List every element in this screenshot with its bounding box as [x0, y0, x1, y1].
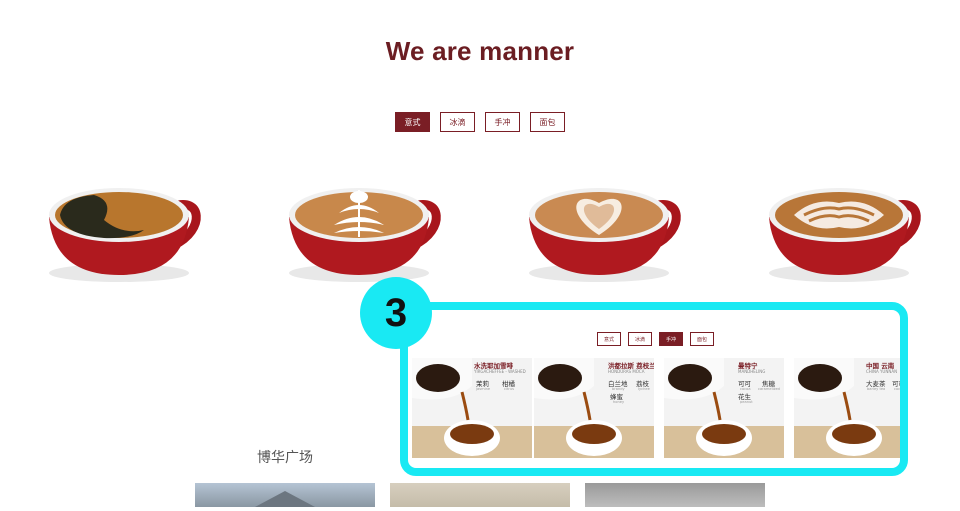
flavor-note-en: cocoa	[894, 387, 904, 391]
tab-pour-over[interactable]: 手冲	[485, 112, 520, 132]
mini-tab-bread[interactable]: 面包	[690, 332, 714, 346]
rosetta-latte-cup-image[interactable]	[764, 175, 924, 285]
tab-cold-drip[interactable]: 冰滴	[440, 112, 475, 132]
flavor-note-en: caramelized	[758, 387, 780, 391]
product-subtitle: MANDHELING	[738, 369, 766, 374]
product-card-mandheling[interactable]: 曼特宁 MANDHELING 可可 cocoa 焦糖 caramelized 花…	[664, 358, 784, 458]
mini-tab-pour-over[interactable]: 手冲	[659, 332, 683, 346]
location-caption: 博华广场	[257, 450, 313, 466]
pour-over-tabs: 意式 冰滴 手冲 面包	[408, 332, 900, 348]
pour-over-products: 水洗耶加雪啡 YIRGACHEFFEE - WASHED 茉莉 jasmine …	[412, 358, 904, 458]
product-gallery	[0, 175, 960, 285]
tab-espresso[interactable]: 意式	[395, 112, 430, 132]
product-subtitle: HONDURAS MOCA	[608, 369, 645, 374]
pour-over-photo	[664, 358, 784, 458]
highlight-callout: 意式 冰滴 手冲 面包 水洗耶加雪啡 YIRGACHEFFEE - WASHED…	[400, 302, 908, 476]
flavor-note-en: citrus	[504, 387, 515, 391]
product-card-honduras[interactable]: 洪都拉斯 荔枝兰 HONDURAS MOCA 白兰地 brandy 荔枝 lyc…	[534, 358, 654, 458]
store-photo-1[interactable]	[195, 483, 375, 507]
page-title: We are manner	[385, 36, 575, 66]
product-subtitle: CHINA YUNNAN	[866, 369, 898, 374]
product-subtitle: YIRGACHEFFEE - WASHED	[474, 369, 526, 374]
heart-latte-cup-image[interactable]	[524, 175, 684, 285]
mini-tab-espresso[interactable]: 意式	[597, 332, 621, 346]
store-gallery	[0, 483, 960, 507]
flavor-note-en: peanut	[740, 400, 753, 404]
flavor-note-en: honey	[613, 400, 625, 404]
tab-bread[interactable]: 面包	[530, 112, 565, 132]
black-coffee-cup-image[interactable]	[44, 175, 204, 285]
store-photo-3[interactable]	[585, 483, 765, 507]
product-card-yirgacheffe[interactable]: 水洗耶加雪啡 YIRGACHEFFEE - WASHED 茉莉 jasmine …	[412, 358, 532, 458]
product-card-yunnan[interactable]: 中国 云南 CHINA YUNNAN 大麦茶 barley tea 可可 coc…	[794, 358, 904, 458]
flavor-note-en: barley tea	[867, 387, 886, 391]
flavor-note-en: lychee	[638, 387, 650, 391]
tulip-latte-cup-image[interactable]	[284, 175, 444, 285]
callout-number-badge: 3	[360, 277, 432, 349]
flavor-note-en: jasmine	[476, 387, 491, 391]
mini-tab-cold-drip[interactable]: 冰滴	[628, 332, 652, 346]
store-photo-2[interactable]	[390, 483, 570, 507]
category-tabs: 意式 冰滴 手冲 面包	[0, 112, 960, 134]
